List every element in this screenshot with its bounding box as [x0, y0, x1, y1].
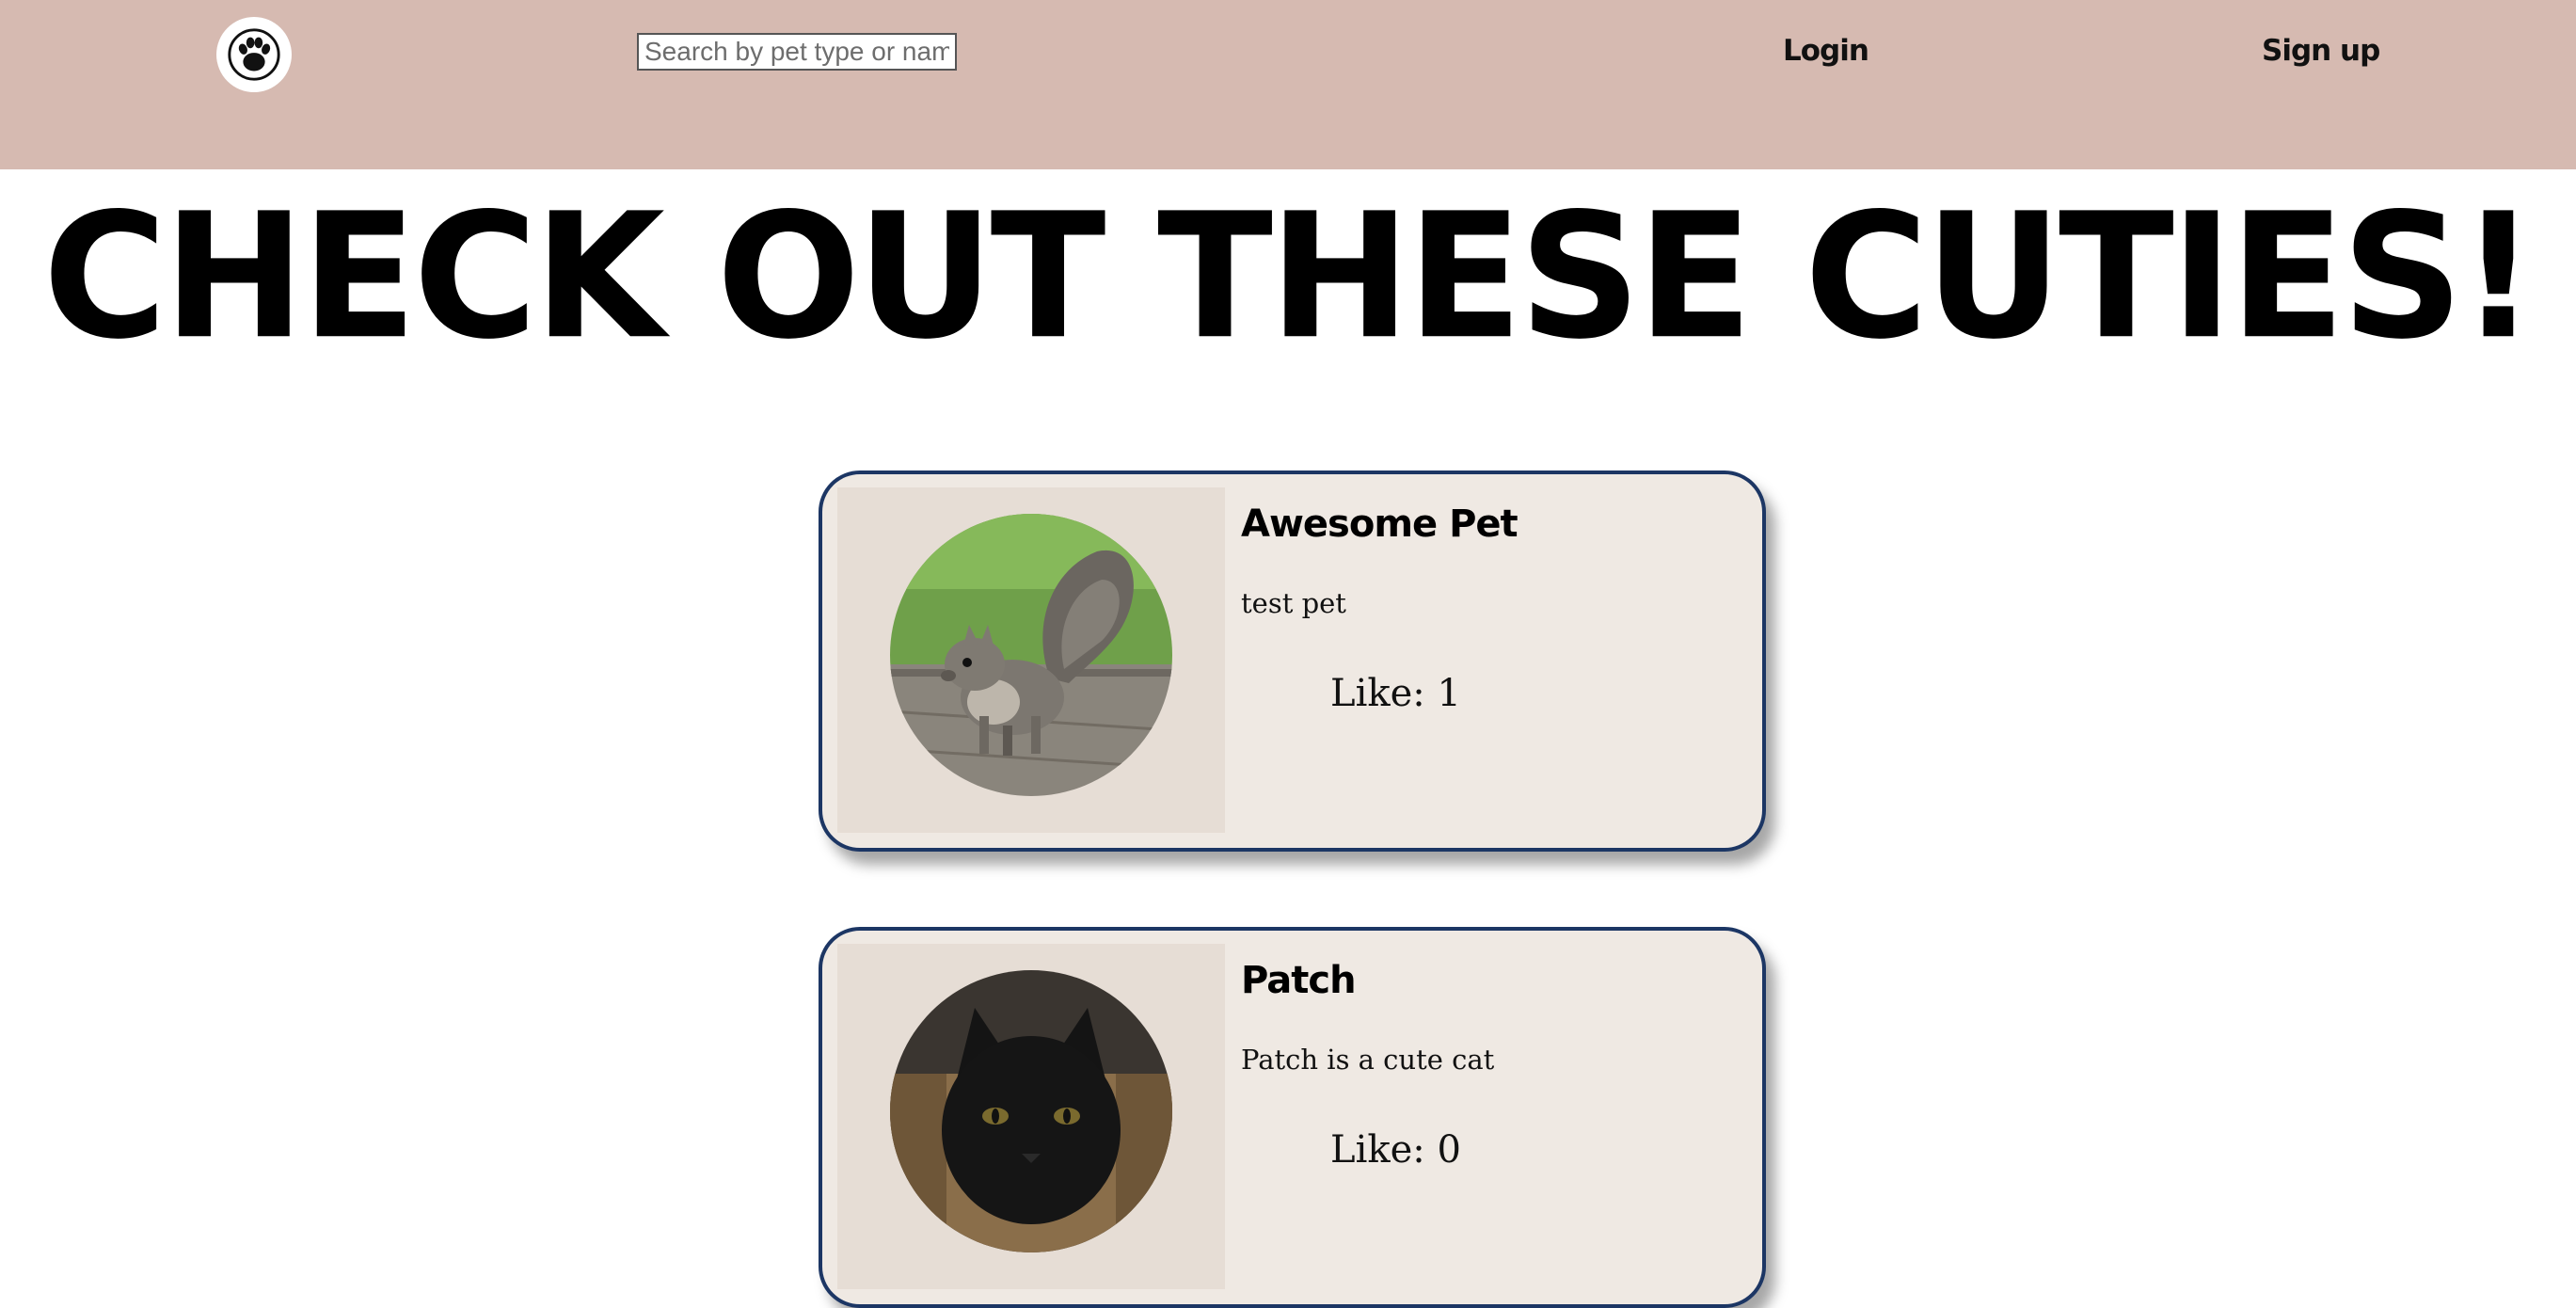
- pet-photo: [890, 970, 1172, 1252]
- pet-image-panel: [837, 944, 1225, 1289]
- pet-name: Patch: [1241, 959, 1357, 1002]
- pet-image-panel: [837, 487, 1225, 833]
- logo[interactable]: [216, 17, 292, 92]
- pet-photo: [890, 514, 1172, 796]
- login-link[interactable]: Login: [1783, 34, 1869, 68]
- signup-link[interactable]: Sign up: [2262, 34, 2380, 68]
- search-input[interactable]: [637, 33, 957, 71]
- page-title: CHECK OUT THESE CUTIES!: [42, 176, 2537, 378]
- pet-description: test pet: [1241, 587, 1346, 619]
- like-button[interactable]: Like: 1: [1330, 672, 1461, 715]
- pet-description: Patch is a cute cat: [1241, 1044, 1495, 1076]
- paw-icon: [225, 25, 283, 84]
- pet-name: Awesome Pet: [1241, 502, 1519, 546]
- pet-card: Patch Patch is a cute cat Like: 0: [819, 927, 1766, 1308]
- like-button[interactable]: Like: 0: [1330, 1128, 1461, 1172]
- pet-card: Awesome Pet test pet Like: 1: [819, 471, 1766, 852]
- navbar: Login Sign up: [0, 0, 2576, 169]
